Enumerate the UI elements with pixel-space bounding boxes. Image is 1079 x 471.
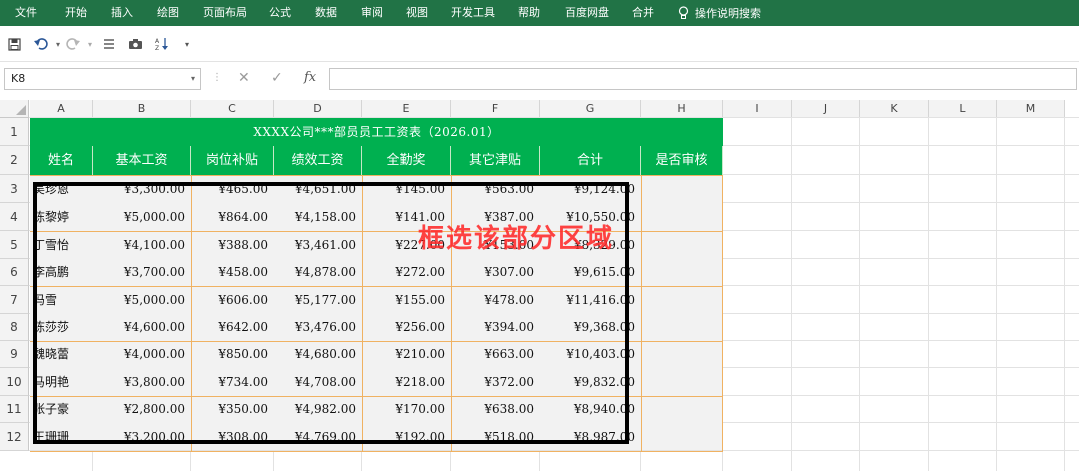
name-box[interactable]: K8 ▾ xyxy=(4,68,201,90)
redo-icon[interactable] xyxy=(64,35,82,53)
formula-input[interactable] xyxy=(329,68,1077,90)
ribbon-menu-bar: 文件 开始 插入 绘图 页面布局 公式 数据 审阅 视图 开发工具 帮助 百度网… xyxy=(0,0,1079,26)
column-header-j[interactable]: J xyxy=(792,100,860,118)
menu-page-layout[interactable]: 页面布局 xyxy=(203,0,247,26)
row-header-7[interactable]: 7 xyxy=(0,286,29,314)
gridline-vertical xyxy=(859,118,860,471)
column-header-g[interactable]: G xyxy=(540,100,641,118)
gridline-vertical xyxy=(996,118,997,471)
row-header-2[interactable]: 2 xyxy=(0,146,29,175)
row-header-6[interactable]: 6 xyxy=(0,259,29,286)
gridline-vertical xyxy=(791,118,792,471)
column-header-i[interactable]: I xyxy=(723,100,792,118)
column-header-a[interactable]: A xyxy=(30,100,93,118)
cell-reviewed[interactable] xyxy=(641,259,723,286)
cell-reviewed[interactable] xyxy=(641,341,723,368)
gridline-vertical xyxy=(1064,118,1065,471)
name-box-value: K8 xyxy=(11,72,26,85)
form-icon[interactable] xyxy=(100,35,118,53)
svg-text:A: A xyxy=(155,38,160,45)
sort-icon[interactable]: AZ xyxy=(153,35,171,53)
header-cell-c[interactable]: 岗位补贴 xyxy=(191,146,274,175)
header-cell-b[interactable]: 基本工资 xyxy=(93,146,191,175)
formula-bar-separator-icon: ⋮ xyxy=(212,72,222,83)
save-icon[interactable] xyxy=(5,35,23,53)
column-header-l[interactable]: L xyxy=(929,100,997,118)
row-header-9[interactable]: 9 xyxy=(0,341,29,368)
table-border-horizontal xyxy=(30,451,723,452)
menu-help[interactable]: 帮助 xyxy=(518,0,540,26)
svg-text:Z: Z xyxy=(155,45,159,51)
menu-draw[interactable]: 绘图 xyxy=(157,0,179,26)
header-cell-d[interactable]: 绩效工资 xyxy=(274,146,362,175)
excel-window: 文件 开始 插入 绘图 页面布局 公式 数据 审阅 视图 开发工具 帮助 百度网… xyxy=(0,0,1079,471)
insert-function-icon[interactable]: fx xyxy=(304,70,316,85)
annotation-label: 框选该部分区域 xyxy=(418,224,615,254)
row-header-3[interactable]: 3 xyxy=(0,175,29,203)
name-box-dropdown-icon[interactable]: ▾ xyxy=(191,69,195,89)
worksheet-grid[interactable]: ABCDEFGHIJKLM 1 2 3 4 5 6 7 8 9 10 11 12 XXXX公司***部… xyxy=(0,100,1079,471)
menu-developer[interactable]: 开发工具 xyxy=(451,0,495,26)
menu-formulas[interactable]: 公式 xyxy=(269,0,291,26)
row-header-4[interactable]: 4 xyxy=(0,203,29,231)
column-header-e[interactable]: E xyxy=(362,100,451,118)
column-header-d[interactable]: D xyxy=(274,100,362,118)
quick-access-toolbar: ▾ ▾ AZ ▾ xyxy=(0,26,1079,62)
menu-baidu-netdisk[interactable]: 百度网盘 xyxy=(565,0,609,26)
header-cell-e[interactable]: 全勤奖 xyxy=(362,146,451,175)
cell-reviewed[interactable] xyxy=(641,368,723,396)
enter-icon[interactable]: ✓ xyxy=(271,70,283,86)
row-header-10[interactable]: 10 xyxy=(0,368,29,396)
row-header-12[interactable]: 12 xyxy=(0,423,29,451)
tell-me-search[interactable]: 操作说明搜索 xyxy=(678,0,761,26)
column-header-m[interactable]: M xyxy=(997,100,1065,118)
row-header-5[interactable]: 5 xyxy=(0,231,29,259)
cell-reviewed[interactable] xyxy=(641,396,723,423)
select-all-corner[interactable] xyxy=(0,100,29,118)
menu-home[interactable]: 开始 xyxy=(65,0,87,26)
header-cell-f[interactable]: 其它津贴 xyxy=(451,146,540,175)
column-header-c[interactable]: C xyxy=(191,100,274,118)
menu-merge[interactable]: 合并 xyxy=(632,0,654,26)
header-cell-a[interactable]: 姓名 xyxy=(30,146,93,175)
row-header-8[interactable]: 8 xyxy=(0,314,29,341)
formula-bar: K8 ▾ ⋮ ✕ ✓ fx xyxy=(0,62,1079,96)
tell-me-label: 操作说明搜索 xyxy=(695,7,761,20)
lightbulb-icon xyxy=(678,6,689,20)
column-header-k[interactable]: K xyxy=(860,100,929,118)
header-cell-g[interactable]: 合计 xyxy=(540,146,641,175)
column-header-f[interactable]: F xyxy=(451,100,540,118)
select-all-triangle-icon xyxy=(16,105,26,115)
header-cell-h[interactable]: 是否审核 xyxy=(641,146,723,175)
camera-icon[interactable] xyxy=(126,35,144,53)
menu-view[interactable]: 视图 xyxy=(406,0,428,26)
menu-file[interactable]: 文件 xyxy=(15,0,37,26)
column-header-b[interactable]: B xyxy=(93,100,191,118)
cell-reviewed[interactable] xyxy=(641,175,723,203)
cancel-icon[interactable]: ✕ xyxy=(238,70,250,86)
customize-qat-icon[interactable]: ▾ xyxy=(178,35,196,53)
cell-reviewed[interactable] xyxy=(641,314,723,341)
row-header-11[interactable]: 11 xyxy=(0,396,29,423)
undo-icon[interactable] xyxy=(32,35,50,53)
row-header-1[interactable]: 1 xyxy=(0,118,29,146)
redo-dropdown-icon[interactable]: ▾ xyxy=(81,35,99,53)
cell-reviewed[interactable] xyxy=(641,286,723,314)
menu-review[interactable]: 审阅 xyxy=(361,0,383,26)
column-header-h[interactable]: H xyxy=(641,100,723,118)
table-title[interactable]: XXXX公司***部员员工工资表（2026.01） xyxy=(30,118,723,146)
cell-reviewed[interactable] xyxy=(641,423,723,451)
menu-data[interactable]: 数据 xyxy=(315,0,337,26)
menu-insert[interactable]: 插入 xyxy=(111,0,133,26)
gridline-vertical xyxy=(928,118,929,471)
